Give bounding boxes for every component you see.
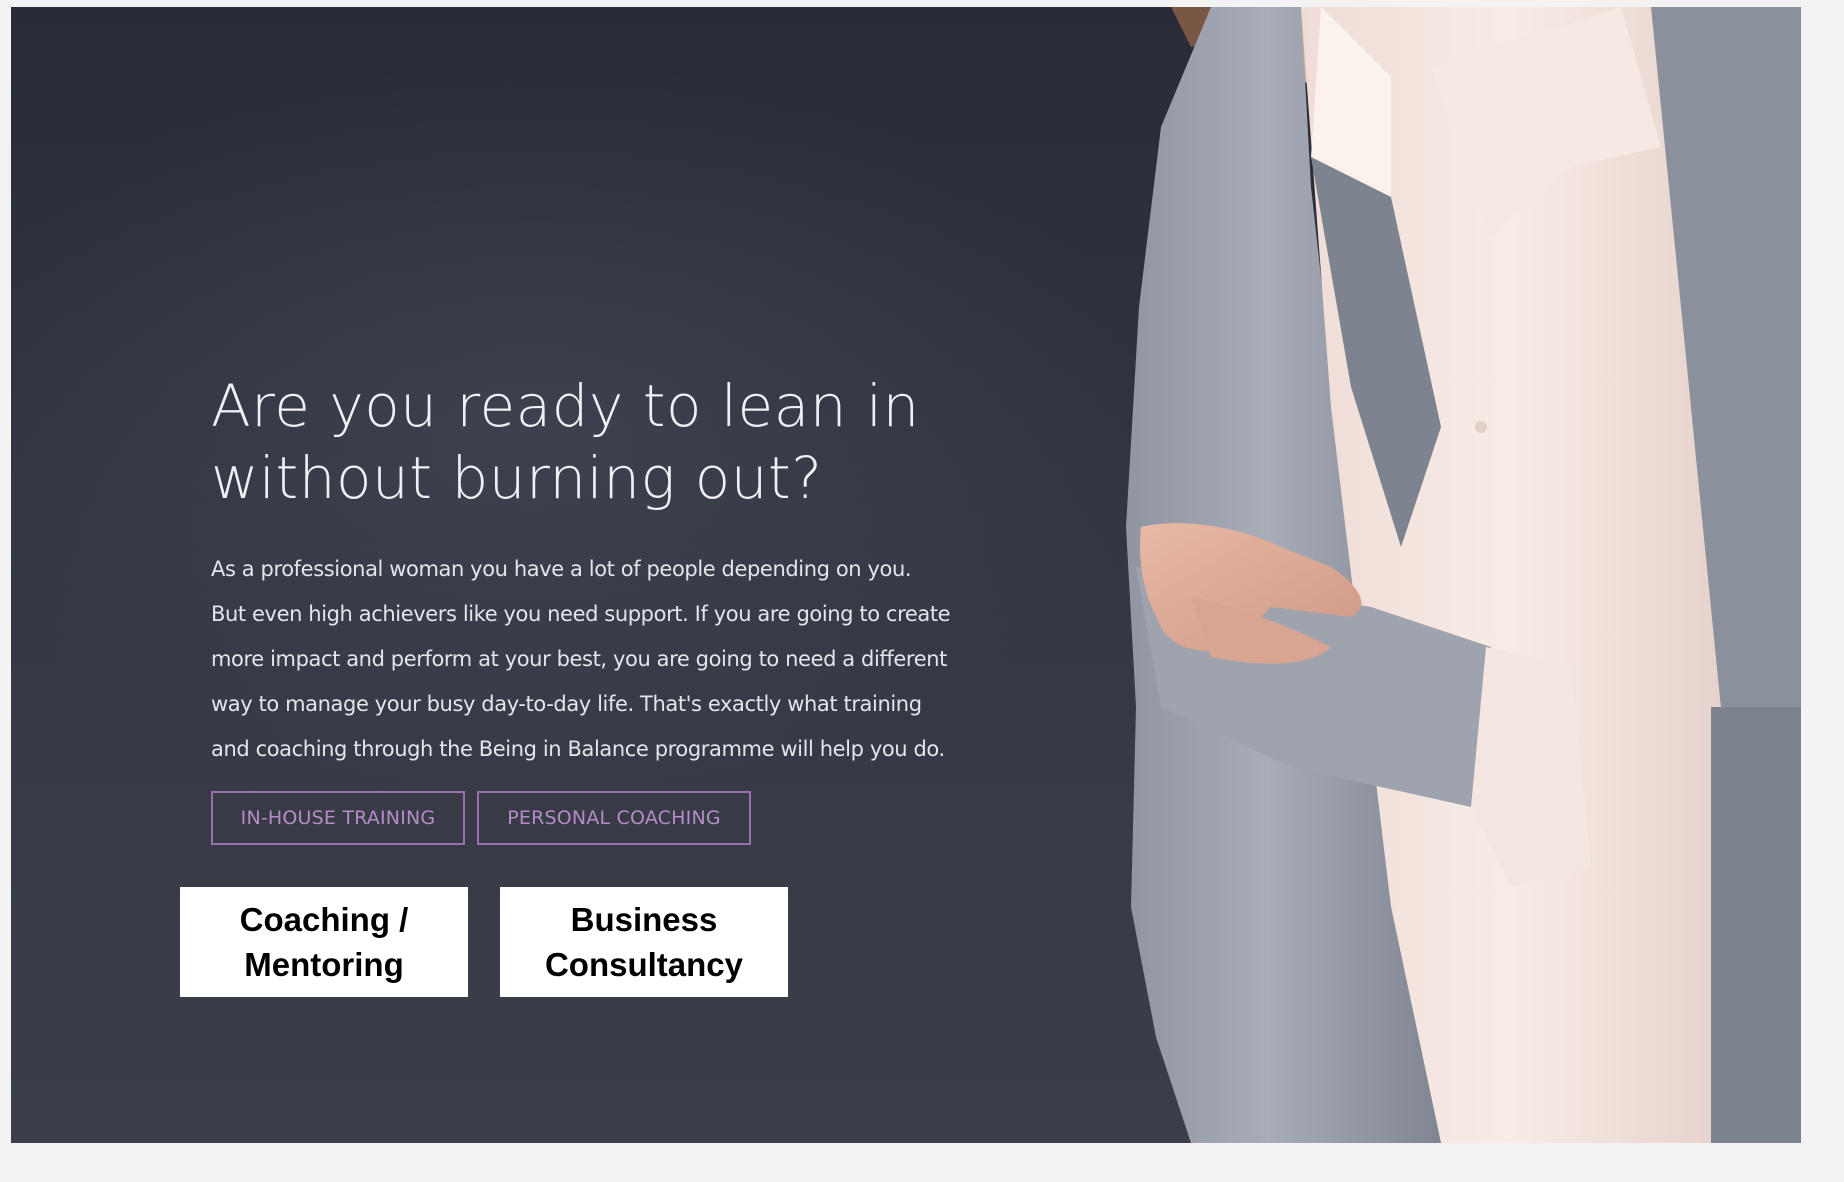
description-line-2: But even high achievers like you need su… — [211, 602, 951, 626]
description-line-3: more impact and perform at your best, yo… — [211, 647, 947, 671]
description-line-4: way to manage your busy day-to-day life.… — [211, 692, 922, 716]
button-detail — [1475, 421, 1487, 433]
headline-line-2: without burning out? — [211, 444, 823, 512]
business-consultancy-line-1: Business — [570, 901, 718, 938]
coaching-mentoring-box[interactable]: Coaching / Mentoring — [180, 887, 468, 997]
headline-line-1: Are you ready to lean in — [211, 372, 920, 440]
description-line-5: and coaching through the Being in Balanc… — [211, 737, 945, 761]
hero-section: Are you ready to lean in without burning … — [11, 7, 1801, 1143]
hero-description: As a professional woman you have a lot o… — [211, 547, 1001, 772]
personal-coaching-button[interactable]: PERSONAL COACHING — [477, 791, 751, 845]
business-consultancy-box[interactable]: Business Consultancy — [500, 887, 788, 997]
hero-headline: Are you ready to lean in without burning … — [211, 370, 971, 514]
business-consultancy-line-2: Consultancy — [544, 946, 744, 983]
in-house-training-button[interactable]: IN-HOUSE TRAINING — [211, 791, 465, 845]
coaching-mentoring-line-1: Coaching / — [239, 901, 409, 938]
description-line-1: As a professional woman you have a lot o… — [211, 557, 912, 581]
lower-blazer — [1711, 707, 1801, 1143]
coaching-mentoring-line-2: Mentoring — [244, 946, 404, 983]
